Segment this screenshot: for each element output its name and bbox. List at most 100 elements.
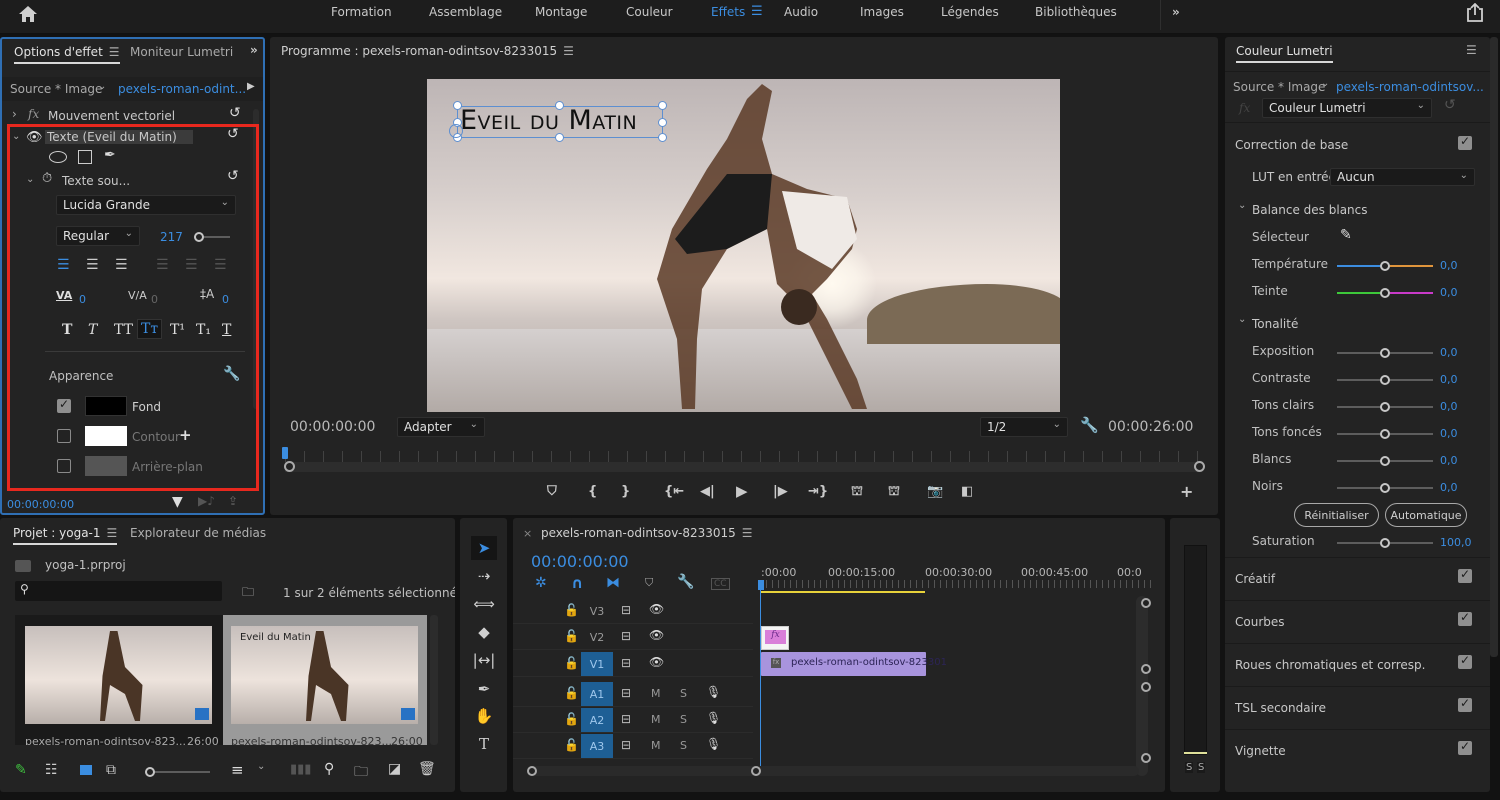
background-color-swatch[interactable] <box>85 456 127 476</box>
bold-style-button[interactable]: T <box>62 322 72 338</box>
mute-button[interactable]: M <box>651 713 661 726</box>
new-bin-icon[interactable]: 🗀 <box>354 761 368 785</box>
text-clip[interactable]: fx <box>761 626 789 650</box>
all-caps-button[interactable]: TT <box>114 322 133 338</box>
type-tool-icon[interactable]: T <box>471 732 497 756</box>
workspace-menu-icon[interactable]: ☰ <box>751 4 763 19</box>
stroke-checkbox[interactable] <box>57 429 71 443</box>
export-icon[interactable]: ⇪ <box>228 494 238 508</box>
workspace-tab-legendes[interactable]: Légendes <box>941 5 999 19</box>
workspace-tab-images[interactable]: Images <box>860 5 904 19</box>
scroll-handle[interactable] <box>1141 682 1151 692</box>
add-marker-icon[interactable]: ⛉ <box>547 484 557 499</box>
step-forward-icon[interactable]: |▶ <box>773 484 788 499</box>
play-icon[interactable]: ▶ <box>736 482 748 500</box>
go-to-out-icon[interactable]: ⇥} <box>808 484 828 499</box>
add-stroke-icon[interactable]: + <box>179 426 192 444</box>
fill-color-swatch[interactable] <box>85 396 127 416</box>
lock-icon[interactable]: 🔓 <box>564 656 579 670</box>
trash-icon[interactable]: 🗑 <box>418 761 436 777</box>
new-item-icon[interactable]: ◪ <box>388 761 401 777</box>
reset-button[interactable]: Réinitialiser <box>1294 503 1379 527</box>
microphone-icon[interactable]: 🎙 <box>706 711 721 725</box>
chevron-down-icon[interactable]: ⌄ <box>98 81 106 92</box>
workspace-tab-formation[interactable]: Formation <box>331 5 392 19</box>
filter-icon[interactable]: ▼ <box>172 494 183 510</box>
lumetri-section[interactable]: Créatif <box>1225 557 1490 600</box>
slider-knob[interactable] <box>1380 288 1390 298</box>
comparison-view-icon[interactable]: ◧ <box>961 484 973 499</box>
reset-icon[interactable]: ↺ <box>227 168 239 184</box>
slider-knob[interactable] <box>145 767 155 777</box>
more-tabs-button[interactable]: » <box>250 43 258 57</box>
tone-slider-value[interactable]: 0,0 <box>1440 427 1458 440</box>
sync-lock-icon[interactable]: ⊟ <box>621 686 631 700</box>
tone-slider[interactable] <box>1337 429 1433 439</box>
resize-handle[interactable] <box>658 133 667 142</box>
playhead-handle[interactable] <box>758 580 764 590</box>
track-target-button[interactable]: V3 <box>581 599 613 623</box>
project-item[interactable]: pexels-roman-odintsov-823... 26:00 <box>15 615 222 745</box>
sync-lock-icon[interactable]: ⊟ <box>621 738 631 752</box>
slider-knob[interactable] <box>194 232 204 242</box>
panel-menu-icon[interactable]: ☰ <box>107 526 118 540</box>
reset-icon[interactable]: ↺ <box>1444 97 1456 113</box>
workspace-tab-bibliotheques[interactable]: Bibliothèques <box>1035 5 1117 19</box>
subscript-button[interactable]: T₁ <box>196 322 211 338</box>
sync-lock-icon[interactable]: ⊟ <box>621 629 631 643</box>
basic-correction-label[interactable]: Correction de base <box>1235 138 1348 152</box>
find-in-bin-icon[interactable]: 🗀 <box>242 583 254 604</box>
find-icon[interactable]: ⚲ <box>324 761 334 777</box>
leading-value[interactable]: 0 <box>222 293 229 306</box>
mark-in-icon[interactable]: { <box>588 484 597 499</box>
pencil-icon[interactable]: ✎ <box>15 762 27 778</box>
tone-slider-value[interactable]: 0,0 <box>1440 454 1458 467</box>
slider-knob[interactable] <box>1380 261 1390 271</box>
solo-left-button[interactable]: S <box>1185 762 1194 773</box>
collapse-arrow-icon[interactable]: ⌄ <box>1238 200 1246 211</box>
auto-button[interactable]: Automatique <box>1385 503 1467 527</box>
thumbnail-zoom-slider[interactable] <box>145 767 210 777</box>
solo-button[interactable]: S <box>680 739 687 752</box>
font-size-value[interactable]: 217 <box>160 230 183 244</box>
expand-arrow-icon[interactable]: › <box>12 107 17 121</box>
fill-checkbox[interactable] <box>57 397 71 413</box>
collapse-arrow-icon[interactable]: ⌄ <box>26 174 34 185</box>
saturation-slider[interactable] <box>1337 538 1433 548</box>
mute-button[interactable]: M <box>651 687 661 700</box>
resize-handle[interactable] <box>658 118 667 127</box>
playhead[interactable] <box>282 447 288 459</box>
panel-menu-icon[interactable]: ☰ <box>109 45 120 59</box>
track-target-button[interactable]: A2 <box>581 708 613 732</box>
workspace-tab-audio[interactable]: Audio <box>784 5 818 19</box>
play-audio-icon[interactable]: ▶♪ <box>198 494 215 508</box>
video-clip[interactable]: fx pexels-roman-odintsov-823301 <box>761 652 947 676</box>
zoom-scrollbar[interactable] <box>285 462 1200 472</box>
reset-icon[interactable]: ↺ <box>227 126 239 142</box>
justify-right-icon[interactable]: ☰ <box>214 257 227 273</box>
tone-slider[interactable] <box>1337 375 1433 385</box>
wrench-icon[interactable]: 🔧 <box>223 366 240 382</box>
source-clip-link[interactable]: pexels-roman-odintsov... <box>1336 80 1484 94</box>
tab-effect-options[interactable]: Options d'effet ☰ <box>14 45 120 64</box>
workspace-tab-assemblage[interactable]: Assemblage <box>429 5 502 19</box>
lock-icon[interactable]: 🔓 <box>564 712 579 726</box>
mute-button[interactable]: M <box>651 739 661 752</box>
rectangle-mask-icon[interactable] <box>78 150 92 164</box>
scroll-handle-right[interactable] <box>751 766 761 776</box>
lumetri-scrollbar[interactable] <box>1490 37 1498 657</box>
lumetri-section[interactable]: Vignette <box>1225 729 1490 772</box>
justify-left-icon[interactable]: ☰ <box>156 257 169 273</box>
microphone-icon[interactable]: 🎙 <box>706 685 721 699</box>
list-view-icon[interactable]: ☷ <box>45 762 58 778</box>
track-target-button[interactable]: A1 <box>581 682 613 706</box>
ellipse-mask-icon[interactable] <box>49 151 67 163</box>
scroll-handle-left[interactable] <box>284 461 295 472</box>
track-target-button[interactable]: V1 <box>581 652 613 676</box>
tone-slider[interactable] <box>1337 483 1433 493</box>
pen-tool-icon[interactable]: ✒ <box>471 677 497 701</box>
section-checkbox[interactable] <box>1458 610 1472 626</box>
video-frame[interactable]: Eveil du Matin <box>427 79 1060 412</box>
home-icon[interactable] <box>18 5 38 23</box>
panel-menu-icon[interactable]: ☰ <box>563 44 574 58</box>
